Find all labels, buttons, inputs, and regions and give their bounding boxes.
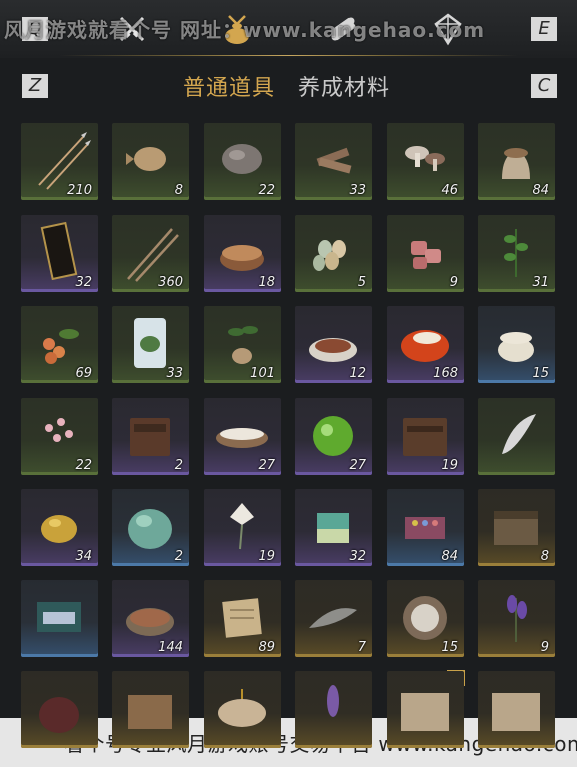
inventory-slot-milk-bowl[interactable]: 27 xyxy=(204,398,281,475)
inventory-slot-herb-sprig[interactable]: 31 xyxy=(478,215,555,292)
item-count: 89 xyxy=(258,640,275,655)
item-count: 19 xyxy=(441,458,458,473)
inventory-slot-talisman-box[interactable]: 32 xyxy=(21,215,98,292)
inventory-slot-plum-blossom[interactable]: 22 xyxy=(21,398,98,475)
item-count: 22 xyxy=(75,458,92,473)
inventory-slot-grain-sack[interactable]: 84 xyxy=(478,123,555,200)
inventory-slot-ginseng-root[interactable]: 101 xyxy=(204,306,281,383)
inventory-slot-lavender[interactable]: 9 xyxy=(478,580,555,657)
tab-common-items[interactable]: 普通道具 xyxy=(183,70,275,102)
inventory-slot-ore-stone[interactable]: 22 xyxy=(204,123,281,200)
item-count: 34 xyxy=(75,549,92,564)
inventory-slot-flower-seal-chest[interactable] xyxy=(387,671,464,748)
item-count: 46 xyxy=(441,183,458,198)
item-count: 2 xyxy=(174,549,183,564)
item-count: 9 xyxy=(449,275,458,290)
item-count: 101 xyxy=(250,366,275,381)
item-count: 15 xyxy=(532,366,549,381)
item-count: 144 xyxy=(158,640,183,655)
inventory-slot-jewel-box[interactable]: 84 xyxy=(387,489,464,566)
item-count: 27 xyxy=(349,458,366,473)
inventory-slot-bronze-chest[interactable]: 8 xyxy=(478,489,555,566)
item-count: 210 xyxy=(67,183,92,198)
item-count: 8 xyxy=(174,183,183,198)
item-count: 2 xyxy=(174,458,183,473)
inventory-slot-gift-box[interactable]: 32 xyxy=(295,489,372,566)
item-count: 360 xyxy=(158,275,183,290)
item-count: 69 xyxy=(75,366,92,381)
inventory-slot-bird-eggs[interactable]: 5 xyxy=(295,215,372,292)
item-count: 84 xyxy=(532,183,549,198)
inventory-slot-pufferfish[interactable]: 8 xyxy=(112,123,189,200)
inventory-slot-spears[interactable]: 360 xyxy=(112,215,189,292)
item-count: 33 xyxy=(349,183,366,198)
inventory-slot-letter-scroll[interactable]: 89 xyxy=(204,580,281,657)
item-count: 7 xyxy=(357,640,366,655)
item-count: 12 xyxy=(349,366,366,381)
inventory-slot-ice-herb[interactable]: 33 xyxy=(112,306,189,383)
inventory-slot-fish-stew[interactable]: 144 xyxy=(112,580,189,657)
item-count: 9 xyxy=(540,640,549,655)
item-count: 8 xyxy=(540,549,549,564)
item-count: 31 xyxy=(532,275,549,290)
inventory-slot-mushrooms[interactable]: 46 xyxy=(387,123,464,200)
white-feather-icon xyxy=(502,414,536,454)
item-count: 5 xyxy=(357,275,366,290)
inventory-slot-treasure-chest[interactable]: 19 xyxy=(387,398,464,475)
inventory-slot-raw-meat[interactable]: 9 xyxy=(387,215,464,292)
item-count: 27 xyxy=(258,458,275,473)
inventory-slot-gold-nugget[interactable]: 34 xyxy=(21,489,98,566)
item-count: 168 xyxy=(433,366,458,381)
item-count: 22 xyxy=(258,183,275,198)
inventory-slot-lychee-branch[interactable]: 69 xyxy=(21,306,98,383)
inventory-slot-wine-jar[interactable] xyxy=(21,671,98,748)
inventory-slot-silver-fish[interactable]: 7 xyxy=(295,580,372,657)
inventory-slot-jade-orb[interactable]: 27 xyxy=(295,398,372,475)
inventory-slot-silk-case[interactable] xyxy=(21,580,98,657)
purple-flower-icon xyxy=(327,685,339,717)
flower-seal-chest-icon xyxy=(401,693,449,731)
item-count: 15 xyxy=(441,640,458,655)
item-count: 32 xyxy=(75,275,92,290)
inventory-slot-carved-box[interactable] xyxy=(112,671,189,748)
inventory-slot-wooden-chest[interactable]: 2 xyxy=(112,398,189,475)
wrapped-bundle-icon xyxy=(218,689,266,727)
inventory-slot-white-flower[interactable]: 19 xyxy=(204,489,281,566)
item-count: 32 xyxy=(349,549,366,564)
item-count: 84 xyxy=(441,549,458,564)
key-e-button[interactable]: E xyxy=(531,17,557,41)
inventory-slot-return-seal-chest[interactable] xyxy=(478,671,555,748)
inventory-slot-red-gem[interactable]: 168 xyxy=(387,306,464,383)
tab-cultivation-materials[interactable]: 养成材料 xyxy=(298,70,390,102)
inventory-slot-arrows[interactable]: 210 xyxy=(21,123,98,200)
inventory-slot-wrapped-bundle[interactable] xyxy=(204,671,281,748)
inventory-slot-braised-dish[interactable]: 12 xyxy=(295,306,372,383)
carved-box-icon xyxy=(128,695,172,729)
inventory-slot-crane-medallion[interactable]: 15 xyxy=(387,580,464,657)
inventory-slot-white-feather[interactable] xyxy=(478,398,555,475)
inventory-slot-jade-stone[interactable]: 2 xyxy=(112,489,189,566)
silk-case-icon xyxy=(37,602,81,632)
key-z-button[interactable]: Z xyxy=(22,74,48,98)
key-c-button[interactable]: C xyxy=(531,74,557,98)
item-count: 33 xyxy=(166,366,183,381)
inventory-slot-porcelain-jar[interactable]: 15 xyxy=(478,306,555,383)
wine-jar-icon xyxy=(39,697,79,733)
inventory-slot-firewood[interactable]: 33 xyxy=(295,123,372,200)
inventory-slot-meat-stew-pot[interactable]: 18 xyxy=(204,215,281,292)
inventory-slot-purple-flower[interactable] xyxy=(295,671,372,748)
return-seal-chest-icon xyxy=(492,693,540,731)
watermark-text: 风月游戏就看个号 网址：www.kangehao.com xyxy=(4,18,486,42)
item-count: 18 xyxy=(258,275,275,290)
item-count: 19 xyxy=(258,549,275,564)
